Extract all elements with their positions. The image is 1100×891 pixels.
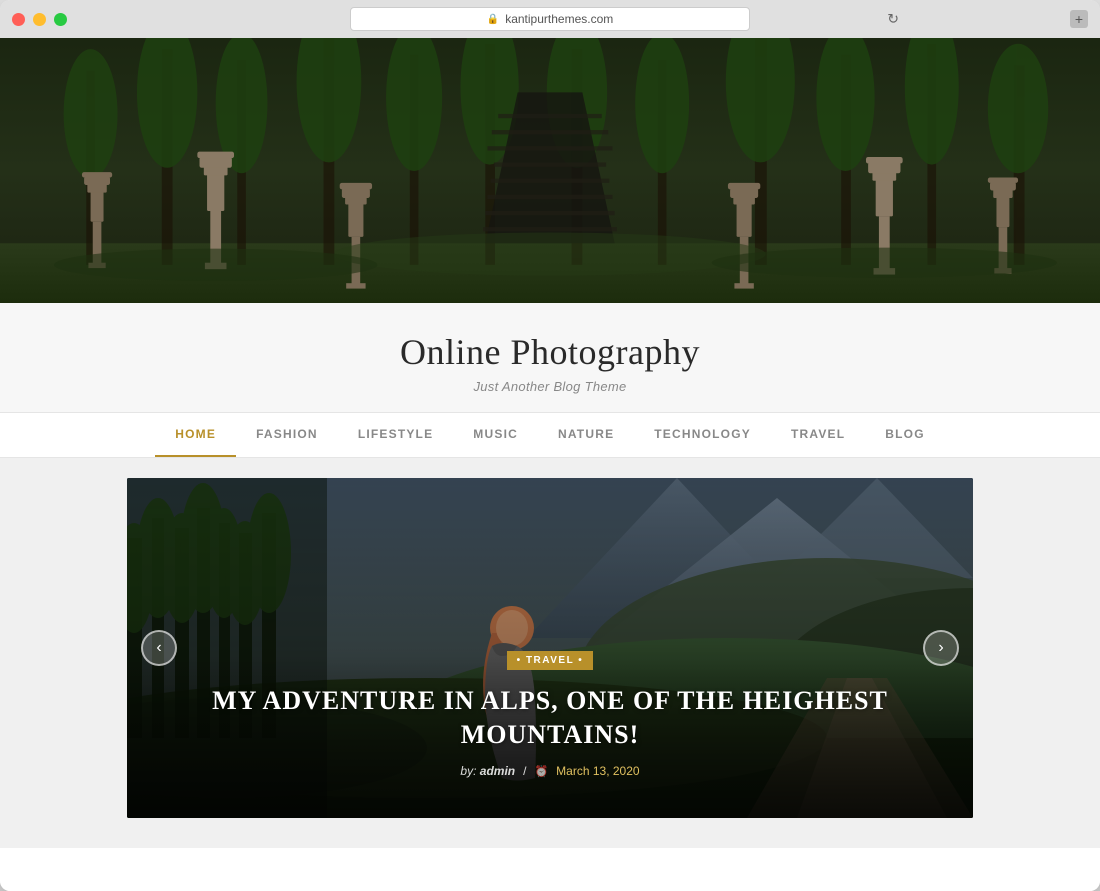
minimize-button[interactable]	[33, 13, 46, 26]
slide-separator: /	[523, 764, 526, 778]
slide-meta: by: admin / ⏰ March 13, 2020	[207, 764, 893, 778]
site-header: Online Photography Just Another Blog The…	[0, 303, 1100, 413]
slide-category: TRAVEL	[507, 651, 594, 670]
close-button[interactable]	[12, 13, 25, 26]
slider-wrapper: TRAVEL MY ADVENTURE IN ALPS, ONE OF THE …	[127, 478, 973, 818]
slider-prev-button[interactable]: ‹	[141, 630, 177, 666]
nav-item-blog[interactable]: BLOG	[865, 413, 944, 457]
site-title: Online Photography	[20, 331, 1080, 373]
url-bar[interactable]: 🔒 kantipurthemes.com ↻	[350, 7, 750, 31]
refresh-button[interactable]: ↻	[887, 11, 899, 28]
hero-banner	[0, 38, 1100, 303]
slide-content: TRAVEL MY ADVENTURE IN ALPS, ONE OF THE …	[127, 650, 973, 778]
slide-date: March 13, 2020	[556, 764, 639, 778]
nav-item-fashion[interactable]: FASHION	[236, 413, 338, 457]
site-nav: HOME FASHION LIFESTYLE MUSIC NATURE TECH…	[0, 413, 1100, 458]
slider-next-button[interactable]: ›	[923, 630, 959, 666]
nav-item-technology[interactable]: TECHNOLOGY	[634, 413, 771, 457]
slide-author: admin	[480, 764, 515, 778]
nav-item-nature[interactable]: NATURE	[538, 413, 634, 457]
traffic-lights	[12, 13, 67, 26]
nav-item-travel[interactable]: TRAVEL	[771, 413, 865, 457]
browser-window: 🔒 kantipurthemes.com ↻ +	[0, 0, 1100, 891]
url-text: kantipurthemes.com	[505, 12, 613, 26]
nav-list: HOME FASHION LIFESTYLE MUSIC NATURE TECH…	[0, 413, 1100, 457]
slider-section: TRAVEL MY ADVENTURE IN ALPS, ONE OF THE …	[0, 458, 1100, 848]
nav-item-home[interactable]: HOME	[155, 413, 236, 457]
nav-item-music[interactable]: MUSIC	[453, 413, 538, 457]
titlebar: 🔒 kantipurthemes.com ↻ +	[0, 0, 1100, 38]
maximize-button[interactable]	[54, 13, 67, 26]
site-tagline: Just Another Blog Theme	[20, 379, 1080, 394]
chevron-left-icon: ‹	[156, 639, 161, 657]
slide-author-label: by: admin	[460, 764, 515, 778]
chevron-right-icon: ›	[938, 639, 943, 657]
clock-icon: ⏰	[534, 765, 548, 778]
slide-title: MY ADVENTURE IN ALPS, ONE OF THE HEIGHES…	[207, 684, 893, 752]
nav-item-lifestyle[interactable]: LIFESTYLE	[338, 413, 453, 457]
slide: TRAVEL MY ADVENTURE IN ALPS, ONE OF THE …	[127, 478, 973, 818]
hero-illustration	[0, 38, 1100, 303]
lock-icon: 🔒	[487, 14, 499, 25]
site-content: Online Photography Just Another Blog The…	[0, 38, 1100, 891]
new-tab-button[interactable]: +	[1070, 10, 1088, 28]
